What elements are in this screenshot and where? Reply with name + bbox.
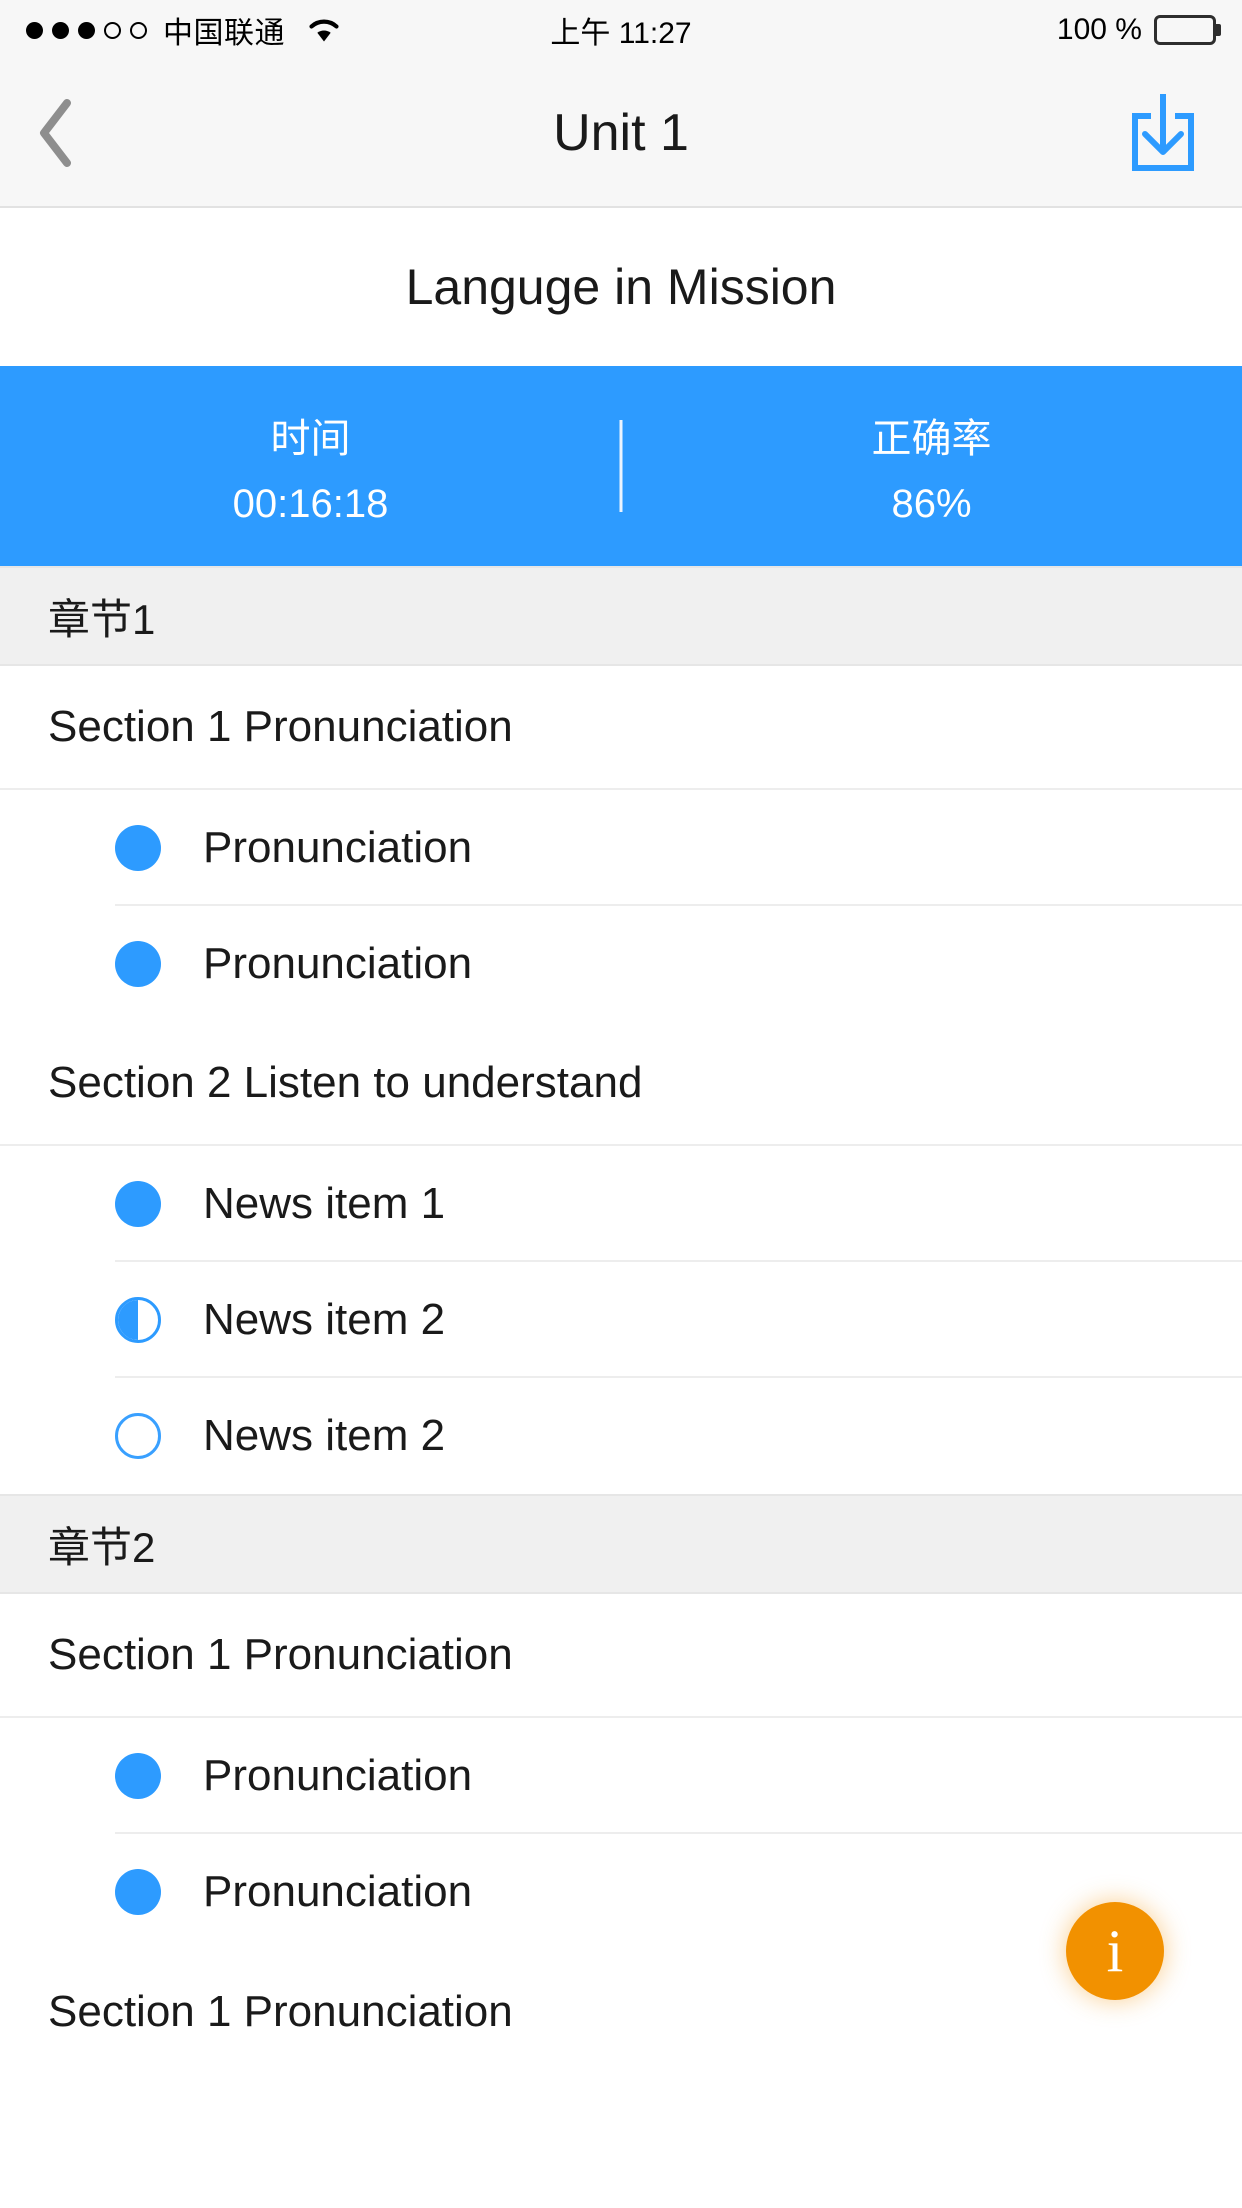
lesson-item-label: News item 1 — [203, 1179, 445, 1229]
section-row[interactable]: Section 1 Pronunciation — [0, 1950, 1242, 2074]
page-title: Unit 1 — [0, 103, 1242, 163]
chapter-header: 章节1 — [0, 566, 1242, 666]
section-label: Section 1 Pronunciation — [48, 702, 513, 752]
info-icon: i — [1107, 1921, 1124, 1981]
signal-dot — [26, 22, 43, 39]
chapter-label: 章节1 — [48, 586, 155, 647]
stats-divider — [620, 420, 623, 512]
section-label: Section 1 Pronunciation — [48, 1987, 513, 2037]
status-bar-right: 100 % — [1057, 13, 1216, 47]
stat-time-value: 00:16:18 — [0, 482, 621, 527]
section-row[interactable]: Section 1 Pronunciation — [0, 1594, 1242, 1718]
battery-icon — [1154, 15, 1216, 45]
lesson-item-row[interactable]: Pronunciation — [0, 906, 1242, 1022]
progress-full-icon — [115, 1753, 161, 1799]
signal-dot — [130, 22, 147, 39]
back-button[interactable] — [34, 88, 124, 178]
lesson-subtitle: Languge in Mission — [406, 258, 837, 316]
lesson-item-row[interactable]: Pronunciation — [0, 1718, 1242, 1834]
battery-percent-label: 100 % — [1057, 13, 1142, 47]
lesson-item-label: News item 2 — [203, 1411, 445, 1461]
lesson-item-label: Pronunciation — [203, 939, 472, 989]
lesson-item-row[interactable]: News item 1 — [0, 1146, 1242, 1262]
signal-dot — [78, 22, 95, 39]
lesson-item-label: Pronunciation — [203, 1867, 472, 1917]
progress-full-icon — [115, 1869, 161, 1915]
lesson-item-label: Pronunciation — [203, 823, 472, 873]
stat-time: 时间 00:16:18 — [0, 406, 621, 527]
progress-half-icon — [115, 1297, 161, 1343]
chapter-label: 章节2 — [48, 1514, 155, 1575]
chevron-left-icon — [34, 96, 78, 170]
section-row[interactable]: Section 1 Pronunciation — [0, 666, 1242, 790]
lesson-item-row[interactable]: News item 2 — [0, 1378, 1242, 1494]
progress-empty-icon — [115, 1413, 161, 1459]
stat-time-label: 时间 — [0, 406, 621, 464]
lesson-item-label: News item 2 — [203, 1295, 445, 1345]
section-label: Section 1 Pronunciation — [48, 1630, 513, 1680]
lesson-item-row[interactable]: News item 2 — [0, 1262, 1242, 1378]
stat-accuracy: 正确率 86% — [621, 406, 1242, 527]
lesson-list: 章节1 Section 1 Pronunciation Pronunciation P… — [0, 566, 1242, 2074]
status-bar-left: 中国联通 — [26, 8, 343, 52]
chapter-header: 章节2 — [0, 1494, 1242, 1594]
carrier-name: 中国联通 — [163, 8, 285, 52]
wifi-icon — [305, 15, 343, 45]
download-button[interactable] — [1118, 88, 1208, 178]
lesson-item-row[interactable]: Pronunciation — [0, 1834, 1242, 1950]
lesson-item-label: Pronunciation — [203, 1751, 472, 1801]
progress-full-icon — [115, 825, 161, 871]
info-button[interactable]: i — [1066, 1902, 1164, 2000]
progress-full-icon — [115, 941, 161, 987]
app-root: 中国联通 上午 11:27 100 % Unit 1 — [0, 0, 1242, 2208]
progress-full-icon — [115, 1181, 161, 1227]
signal-dot — [52, 22, 69, 39]
lesson-item-row[interactable]: Pronunciation — [0, 790, 1242, 906]
signal-strength-dots — [26, 22, 147, 39]
status-bar: 中国联通 上午 11:27 100 % — [0, 0, 1242, 60]
section-label: Section 2 Listen to understand — [48, 1058, 642, 1108]
section-row[interactable]: Section 2 Listen to understand — [0, 1022, 1242, 1146]
signal-dot — [104, 22, 121, 39]
lesson-subtitle-bar: Languge in Mission — [0, 208, 1242, 366]
stat-accuracy-label: 正确率 — [621, 406, 1242, 464]
navigation-bar: Unit 1 — [0, 60, 1242, 208]
stats-bar: 时间 00:16:18 正确率 86% — [0, 366, 1242, 566]
stat-accuracy-value: 86% — [621, 482, 1242, 527]
download-icon — [1125, 90, 1201, 176]
